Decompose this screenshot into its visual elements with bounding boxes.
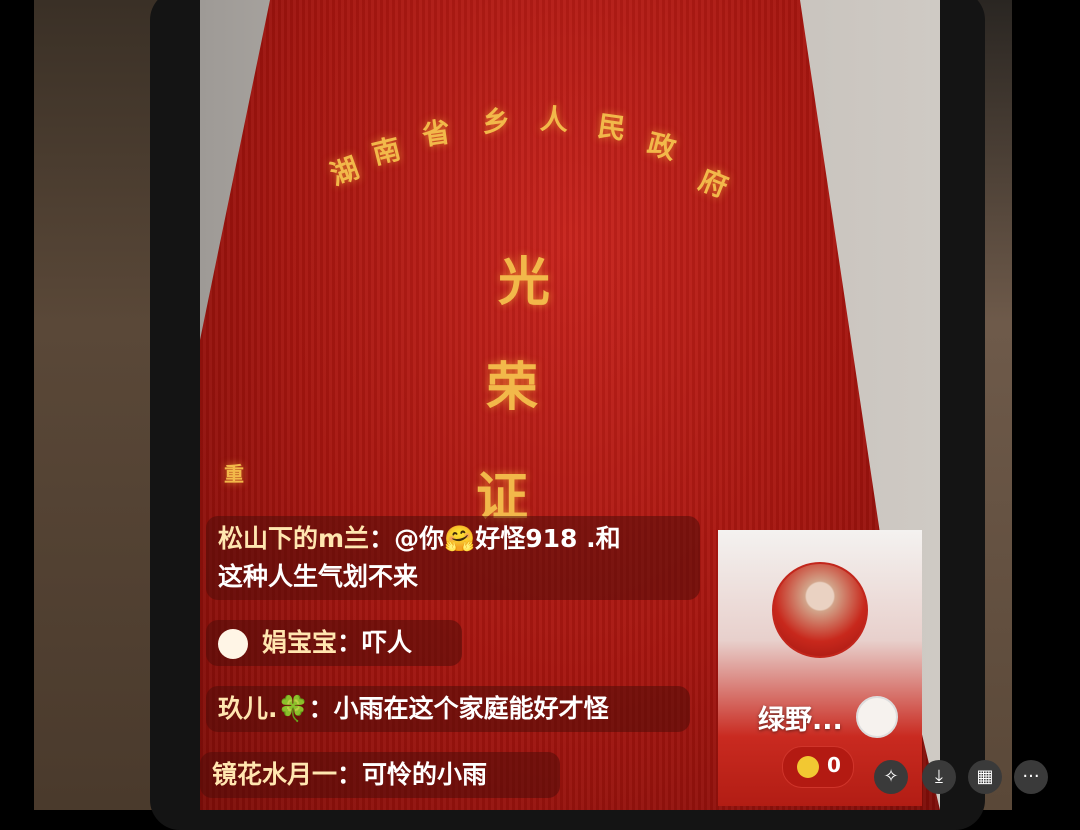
coin-icon	[797, 756, 819, 778]
chat-text: ：@你🤗好怪918 .和	[369, 524, 621, 553]
chat-message: 镜花水月一：可怜的小雨	[200, 752, 560, 798]
gift-counter[interactable]: 0	[782, 746, 854, 788]
chat-text: ：小雨在这个家庭能好才怪	[308, 694, 609, 723]
chat-username[interactable]: 松山下的m兰	[218, 524, 369, 553]
chat-username[interactable]: 娟宝宝	[262, 628, 337, 657]
grid-icon[interactable]: ▦	[968, 760, 1002, 794]
streamer-avatar[interactable]	[772, 562, 868, 658]
chat-message: 松山下的m兰：@你🤗好怪918 .和 这种人生气划不来	[206, 516, 700, 600]
user-badge-icon	[218, 629, 248, 659]
frame-right	[1012, 0, 1080, 810]
chat-username[interactable]: 玖儿.🍀	[218, 694, 309, 723]
chat-message: 玖儿.🍀：小雨在这个家庭能好才怪	[206, 686, 690, 732]
streamer-name: 绿野...	[758, 705, 843, 736]
chat-message: 娟宝宝：吓人	[206, 620, 462, 666]
sparkle-icon[interactable]: ✧	[874, 760, 908, 794]
frame-left	[0, 0, 34, 810]
chat-text: ：吓人	[337, 628, 413, 657]
more-icon[interactable]: ···	[1014, 760, 1048, 794]
chat-text-continued: 这种人生气划不来	[218, 562, 419, 591]
plus-icon[interactable]	[856, 696, 898, 738]
chat-username[interactable]: 镜花水月一	[212, 760, 337, 789]
gift-count: 0	[827, 753, 841, 777]
download-icon[interactable]: ⤓	[922, 760, 956, 794]
chat-text: ：可怜的小雨	[337, 760, 488, 789]
